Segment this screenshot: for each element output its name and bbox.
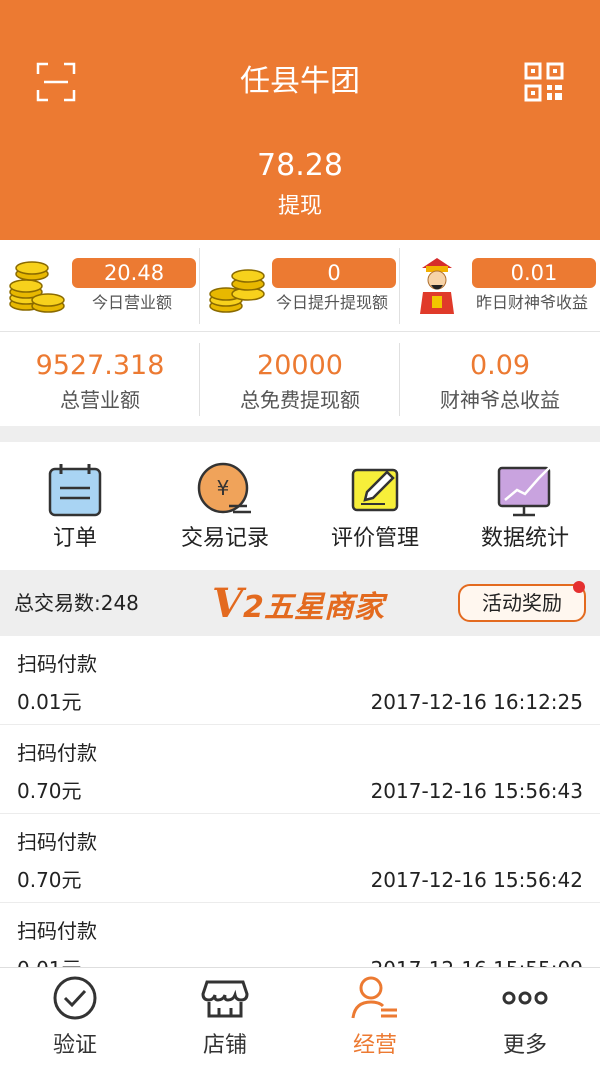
stat-value: 20000: [257, 350, 343, 381]
section-gap: [0, 426, 600, 442]
transaction-type: 扫码付款: [17, 919, 97, 943]
transaction-amount: 0.01元: [17, 955, 82, 967]
menu-label: 交易记录: [180, 526, 269, 551]
brand-text: 2五星商家: [243, 590, 384, 625]
total-transactions: 总交易数:248: [14, 591, 139, 615]
stat-value: 9527.318: [35, 350, 165, 381]
activity-reward-button[interactable]: 活动奖励: [458, 584, 586, 622]
stat-label: 总营业额: [60, 388, 140, 412]
tab-business[interactable]: 经营: [300, 968, 450, 1067]
transaction-list: 扫码付款 0.01元 2017-12-16 16:12:25 扫码付款 0.70…: [0, 636, 600, 967]
stat-label: 总免费提现额: [240, 388, 360, 412]
transaction-amount: 0.70元: [17, 868, 82, 892]
menu-item-transactions[interactable]: ¥ 交易记录: [150, 442, 300, 570]
calendar-icon: [48, 464, 102, 517]
yuan-coin-icon: ¥: [197, 462, 251, 514]
menu-label: 订单: [52, 526, 97, 551]
list-item[interactable]: 扫码付款 0.01元 2017-12-16 15:55:09: [0, 903, 600, 967]
tab-verify[interactable]: 验证: [0, 968, 150, 1067]
transaction-amount: 0.01元: [17, 690, 82, 714]
list-item[interactable]: 扫码付款 0.01元 2017-12-16 16:12:25: [0, 636, 600, 725]
app-header: 任县牛团 78.28 提现: [0, 0, 600, 240]
more-icon: [502, 991, 548, 1005]
tab-label: 店铺: [202, 1033, 247, 1058]
brand-letter: V: [212, 580, 244, 627]
stat-label: 财神爷总收益: [440, 388, 560, 412]
coins-icon: [209, 269, 265, 313]
god-of-wealth-icon: [420, 258, 454, 314]
svg-text:¥: ¥: [217, 476, 230, 500]
coins-icon: [9, 261, 65, 313]
edit-note-icon: [351, 468, 399, 512]
tab-more[interactable]: 更多: [450, 968, 600, 1067]
stat-today-withdraw-boost[interactable]: 0 今日提升提现额: [200, 240, 400, 332]
stat-value: 0.01: [472, 258, 596, 288]
stat-value: 20.48: [72, 258, 196, 288]
transaction-time: 2017-12-16 15:56:43: [370, 779, 583, 803]
tab-label: 更多: [502, 1033, 547, 1058]
bottom-tab-bar: 验证 店铺 经营 更多: [0, 967, 600, 1067]
stat-label: 昨日财神爷收益: [475, 293, 588, 312]
stat-label: 今日营业额: [91, 293, 172, 312]
transaction-type: 扫码付款: [17, 830, 97, 854]
menu-item-reviews[interactable]: 评价管理: [300, 442, 450, 570]
chart-icon: [497, 465, 552, 517]
menu-item-statistics[interactable]: 数据统计: [450, 442, 600, 570]
stat-yesterday-god-income[interactable]: 0.01 昨日财神爷收益: [400, 240, 600, 332]
notification-dot: [573, 581, 585, 593]
transaction-type: 扫码付款: [17, 652, 97, 676]
page-title: 任县牛团: [240, 64, 360, 99]
qr-code-icon[interactable]: [524, 62, 564, 102]
tab-label: 验证: [52, 1033, 97, 1058]
transaction-time: 2017-12-16 16:12:25: [370, 690, 583, 714]
menu-label: 评价管理: [330, 526, 419, 551]
user-list-icon: [351, 976, 397, 1019]
function-menu: 订单 ¥ 交易记录 评价管理 数据统计: [0, 442, 600, 570]
tab-store[interactable]: 店铺: [150, 968, 300, 1067]
tab-label: 经营: [352, 1033, 397, 1058]
transaction-time: 2017-12-16 15:55:09: [371, 955, 583, 967]
check-circle-icon: [53, 976, 97, 1020]
stat-total-revenue[interactable]: 9527.318 总营业额: [0, 333, 200, 426]
stat-label: 今日提升提现额: [275, 293, 388, 312]
list-item[interactable]: 扫码付款 0.70元 2017-12-16 15:56:43: [0, 725, 600, 814]
summary-bar: 总交易数:248 V2五星商家 活动奖励: [0, 570, 600, 636]
transaction-amount: 0.70元: [17, 779, 82, 803]
stat-total-free-withdraw[interactable]: 20000 总免费提现额: [200, 333, 400, 426]
stat-value: 0.09: [469, 350, 531, 381]
balance-amount: 78.28: [257, 148, 343, 183]
list-item[interactable]: 扫码付款 0.70元 2017-12-16 15:56:42: [0, 814, 600, 903]
store-icon: [201, 980, 249, 1018]
merchant-level-badge: V2五星商家: [212, 582, 384, 626]
today-stats: 20.48 今日营业额 0 今日提升提现额 0.01 昨日财神爷收益: [0, 240, 600, 332]
menu-item-orders[interactable]: 订单: [0, 442, 150, 570]
total-stats: 9527.318 总营业额 20000 总免费提现额 0.09 财神爷总收益: [0, 333, 600, 426]
transaction-time: 2017-12-16 15:56:42: [370, 868, 583, 892]
menu-label: 数据统计: [480, 526, 569, 551]
stat-today-revenue[interactable]: 20.48 今日营业额: [0, 240, 200, 332]
withdraw-button[interactable]: 提现: [0, 190, 600, 224]
stat-total-god-income[interactable]: 0.09 财神爷总收益: [400, 333, 600, 426]
transaction-type: 扫码付款: [17, 741, 97, 765]
stat-value: 0: [272, 258, 396, 288]
